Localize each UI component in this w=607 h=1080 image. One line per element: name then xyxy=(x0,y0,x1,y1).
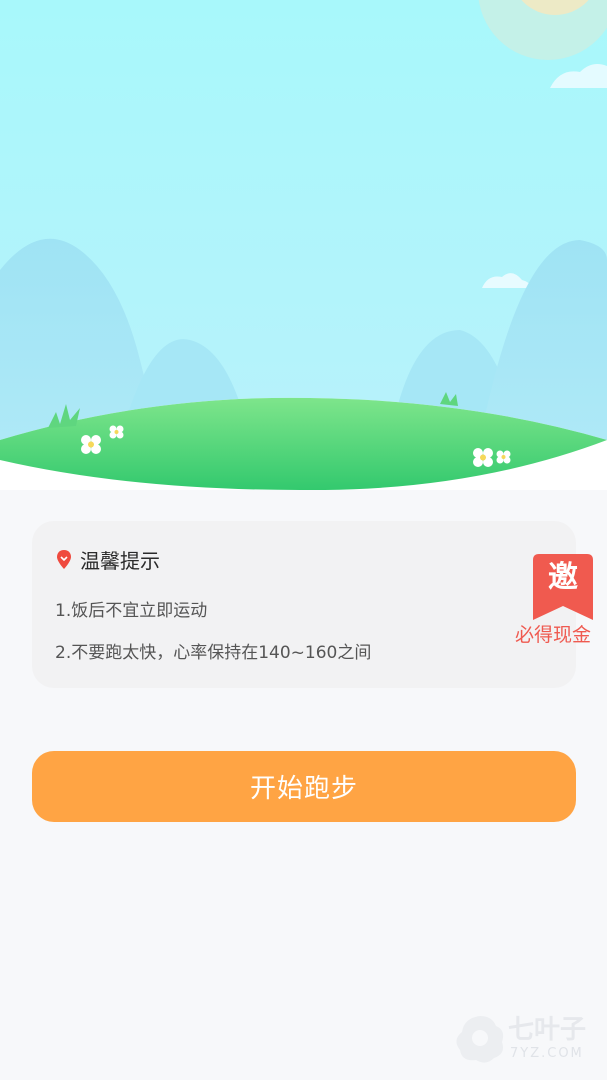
sky-grass-illustration xyxy=(0,0,607,490)
tips-title: 温馨提示 xyxy=(80,549,160,573)
watermark: 七叶子 7YZ.COM xyxy=(452,1010,602,1072)
invite-badge-char[interactable]: 邀 xyxy=(533,558,593,598)
watermark-domain: 7YZ.COM xyxy=(510,1046,584,1061)
leaf-logo-icon xyxy=(456,1016,504,1063)
start-running-label: 开始跑步 xyxy=(249,774,358,804)
watermark-name: 七叶子 xyxy=(508,1015,587,1045)
start-running-button[interactable]: 开始跑步 xyxy=(32,751,576,822)
location-pin-icon xyxy=(57,550,71,569)
tip-item-2: 2.不要跑太快，心率保持在140~160之间 xyxy=(55,643,372,663)
invite-caption[interactable]: 必得现金 xyxy=(515,622,591,648)
tip-item-1: 1.饭后不宜立即运动 xyxy=(55,601,208,621)
